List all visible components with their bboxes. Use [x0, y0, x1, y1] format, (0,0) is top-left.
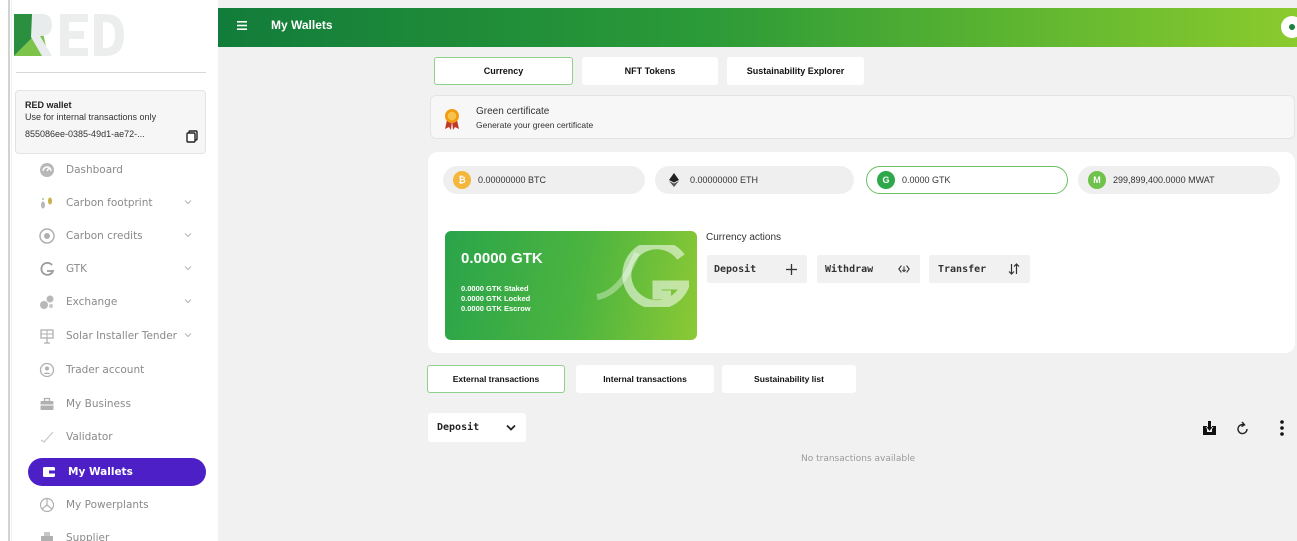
- transaction-type-select[interactable]: Deposit: [428, 413, 526, 442]
- wallet-id: 855086ee-0385-49d1-ae72-...: [25, 129, 145, 139]
- currency-mwat[interactable]: M 299,899,400.0000 MWAT: [1078, 166, 1280, 194]
- empty-state-text: No transactions available: [801, 454, 916, 464]
- gtk-escrow: 0.0000 GTK Escrow: [461, 304, 531, 313]
- chevron-down-icon: [506, 424, 516, 431]
- currency-eth[interactable]: 0.00000000 ETH: [655, 166, 854, 194]
- transfer-label: Transfer: [938, 263, 987, 275]
- mwat-coin-icon: M: [1088, 171, 1106, 189]
- award-icon: [445, 109, 459, 130]
- trader-icon: [38, 361, 56, 379]
- chevron-down-icon: [184, 266, 192, 271]
- page-title: My Wallets: [271, 18, 333, 32]
- withdraw-label: Withdraw: [825, 263, 874, 275]
- chevron-down-icon: [184, 333, 192, 338]
- currency-actions-title: Currency actions: [706, 232, 782, 243]
- sidebar-item-carbon-credits[interactable]: Carbon credits: [26, 222, 206, 250]
- wallet-info-card: RED wallet Use for internal transactions…: [15, 90, 206, 154]
- chevron-down-icon: [184, 233, 192, 238]
- sidebar-item-carbon-footprint[interactable]: Carbon footprint: [26, 189, 206, 217]
- copy-icon[interactable]: [186, 130, 198, 143]
- gtk-icon: [38, 260, 56, 278]
- more-vertical-icon[interactable]: [1273, 418, 1291, 438]
- swap-vertical-icon: [1008, 263, 1020, 275]
- exchange-icon: [38, 293, 56, 311]
- sidebar-item-label: Dashboard: [66, 164, 123, 176]
- deposit-label: Deposit: [714, 263, 757, 275]
- sidebar-item-label: Exchange: [66, 296, 118, 308]
- download-icon[interactable]: [1200, 418, 1218, 438]
- tab-internal-transactions[interactable]: Internal transactions: [576, 365, 714, 393]
- sidebar-item-validator[interactable]: Validator: [26, 423, 206, 451]
- sidebar-item-label: Trader account: [66, 364, 145, 376]
- currency-label: 299,899,400.0000 MWAT: [1113, 175, 1215, 185]
- sidebar-item-label: Validator: [66, 431, 113, 443]
- sidebar-item-label: GTK: [66, 263, 88, 275]
- tab-sustainability-list[interactable]: Sustainability list: [722, 365, 856, 393]
- top-header: My Wallets: [218, 8, 1297, 47]
- sidebar-item-dashboard[interactable]: Dashboard: [26, 156, 206, 184]
- sidebar-item-supplier[interactable]: Supplier: [26, 524, 206, 541]
- gtk-balance-amount: 0.0000 GTK: [461, 250, 543, 267]
- left-edge-line: [8, 0, 10, 541]
- footprint-icon: [38, 194, 56, 212]
- chevron-down-icon: [184, 299, 192, 304]
- plus-icon: [785, 263, 797, 275]
- sidebar-item-exchange[interactable]: Exchange: [26, 288, 206, 316]
- sidebar-item-my-business[interactable]: My Business: [26, 390, 206, 418]
- sidebar-item-label: My Wallets: [68, 466, 133, 478]
- menu-icon[interactable]: [237, 21, 247, 30]
- tab-currency[interactable]: Currency: [434, 57, 573, 85]
- solar-icon: [38, 327, 56, 345]
- business-icon: [38, 395, 56, 413]
- credits-icon: [38, 227, 56, 245]
- sidebar-item-label: Supplier: [66, 532, 110, 541]
- currency-label: 0.00000000 ETH: [690, 175, 759, 185]
- gtk-locked: 0.0000 GTK Locked: [461, 294, 531, 303]
- wallet-title: RED wallet: [25, 100, 72, 110]
- powerplant-icon: [38, 496, 56, 514]
- sidebar-item-gtk[interactable]: GTK: [26, 255, 206, 283]
- deposit-button[interactable]: Deposit: [707, 255, 807, 283]
- sidebar-item-my-wallets[interactable]: My Wallets: [28, 458, 206, 486]
- green-certificate-card[interactable]: Green certificate Generate your green ce…: [430, 95, 1295, 139]
- gtk-balance-card: 0.0000 GTK 0.0000 GTK Staked 0.0000 GTK …: [445, 231, 697, 340]
- tab-external-transactions[interactable]: External transactions: [427, 365, 565, 393]
- chevron-down-icon: [184, 200, 192, 205]
- gtk-coin-icon: G: [877, 171, 895, 189]
- transfer-button[interactable]: Transfer: [929, 255, 1030, 283]
- sidebar-item-label: Carbon credits: [66, 230, 143, 242]
- sidebar-item-label: My Business: [66, 398, 131, 410]
- certificate-title: Green certificate: [476, 106, 550, 117]
- sidebar-item-label: My Powerplants: [66, 499, 149, 511]
- gtk-staked: 0.0000 GTK Staked: [461, 284, 529, 293]
- sidebar-item-solar-installer-tender[interactable]: Solar Installer Tender: [26, 322, 206, 350]
- tab-nft-tokens[interactable]: NFT Tokens: [582, 57, 718, 85]
- red-logo: [14, 14, 124, 56]
- avatar[interactable]: [1281, 16, 1297, 38]
- currency-gtk[interactable]: G 0.0000 GTK: [866, 166, 1068, 194]
- withdraw-button[interactable]: Withdraw: [817, 255, 920, 283]
- certificate-subtitle: Generate your green certificate: [476, 120, 594, 130]
- wallet-icon: [40, 463, 58, 481]
- currency-panel: ₿ 0.00000000 BTC 0.00000000 ETH G 0.0000…: [428, 152, 1295, 353]
- logo-divider: [16, 72, 206, 73]
- sidebar-item-trader-account[interactable]: Trader account: [26, 356, 206, 384]
- validator-icon: [38, 428, 56, 446]
- bitcoin-icon: ₿: [453, 171, 471, 189]
- currency-label: 0.00000000 BTC: [478, 175, 547, 185]
- tab-sustainability-explorer[interactable]: Sustainability Explorer: [727, 57, 864, 85]
- refresh-icon[interactable]: [1234, 418, 1252, 438]
- currency-label: 0.0000 GTK: [902, 175, 951, 185]
- select-value: Deposit: [437, 422, 480, 433]
- sidebar-item-label: Carbon footprint: [66, 197, 153, 209]
- ethereum-icon: [665, 171, 683, 189]
- sidebar-item-label: Solar Installer Tender: [66, 330, 178, 342]
- dashboard-icon: [38, 161, 56, 179]
- currency-btc[interactable]: ₿ 0.00000000 BTC: [443, 166, 645, 194]
- sidebar-item-my-powerplants[interactable]: My Powerplants: [26, 491, 206, 519]
- gtk-watermark-icon: [596, 245, 689, 307]
- wallet-subtitle: Use for internal transactions only: [25, 112, 157, 122]
- withdraw-icon: [898, 263, 910, 275]
- supplier-icon: [38, 529, 56, 541]
